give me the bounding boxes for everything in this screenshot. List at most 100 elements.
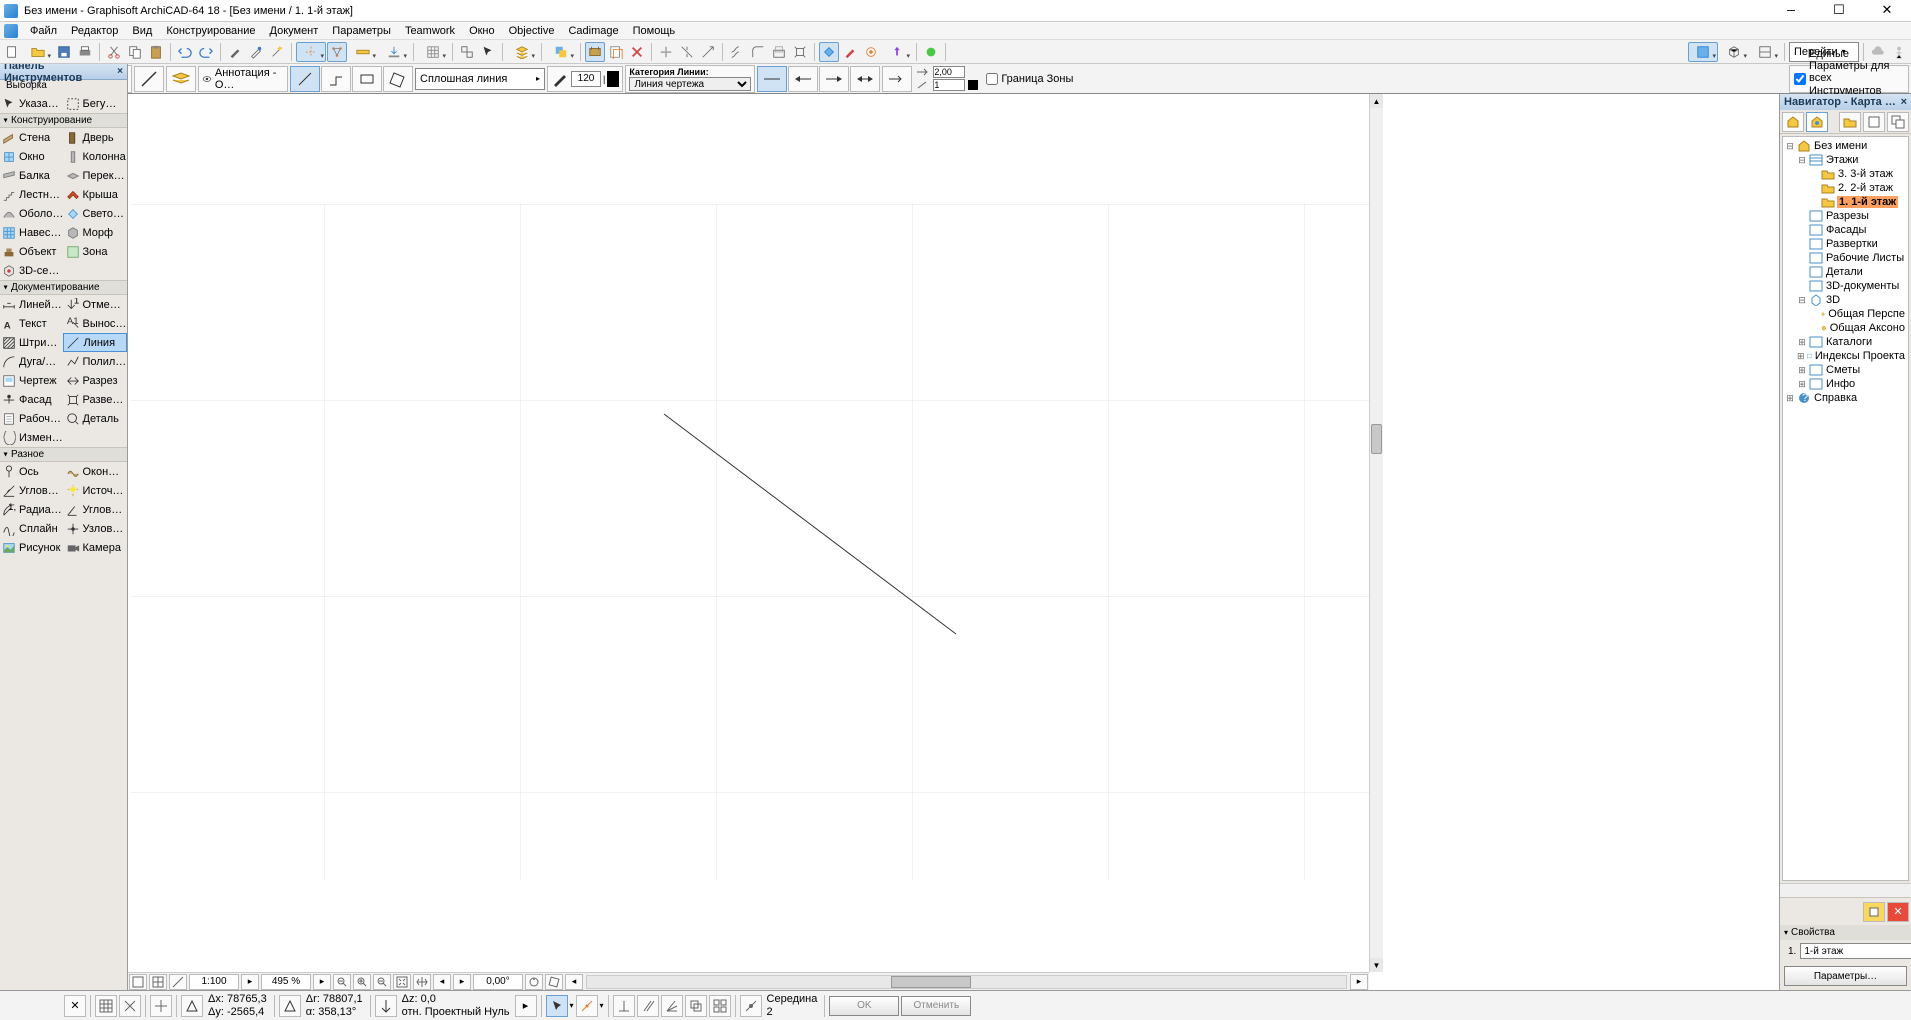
- menu-teamwork[interactable]: Teamwork: [399, 24, 461, 38]
- tool-wall[interactable]: Стена: [0, 128, 64, 147]
- navtab-project[interactable]: [1782, 112, 1804, 132]
- line-category-select[interactable]: Линия чертежа: [629, 77, 751, 91]
- sb-guide-button[interactable]: [576, 995, 598, 1017]
- display-order-button[interactable]: ▾: [546, 42, 576, 62]
- grid-snap-button[interactable]: ▾: [418, 42, 448, 62]
- sb-cursor-dd[interactable]: ▾: [570, 1001, 574, 1010]
- toolbox-close-icon[interactable]: ×: [117, 66, 123, 77]
- uniform-checkbox[interactable]: [1794, 73, 1806, 85]
- sb-ref-dd-button[interactable]: ▸: [515, 995, 537, 1017]
- tool-stair[interactable]: Лестн…: [0, 185, 64, 204]
- tool-elevation[interactable]: Фасад: [0, 390, 64, 409]
- sb-offset-button[interactable]: [685, 995, 707, 1017]
- arrow-start-button[interactable]: [788, 66, 818, 92]
- zoom-in-button[interactable]: [353, 974, 371, 990]
- cancel-button[interactable]: Отменить: [901, 996, 971, 1016]
- zoom-prev-button[interactable]: [333, 974, 351, 990]
- tool-window[interactable]: Окно: [0, 147, 64, 166]
- tool-3ddoc[interactable]: 3D-се…: [0, 261, 127, 280]
- person-button[interactable]: [1889, 42, 1909, 62]
- minimize-button[interactable]: —: [1771, 1, 1811, 21]
- uniform-settings-check[interactable]: Единые Параметры для всех Инструментов Л…: [1789, 65, 1909, 93]
- settings-button[interactable]: Параметры…: [1784, 966, 1907, 986]
- tree-3ddocs[interactable]: 3D-документы: [1785, 279, 1906, 293]
- pen-number-input[interactable]: [571, 71, 601, 87]
- rotation-display[interactable]: 0,00°: [473, 974, 523, 990]
- resize-button[interactable]: [769, 42, 789, 62]
- tool-detail[interactable]: Деталь: [64, 409, 128, 428]
- redo-button[interactable]: [196, 42, 216, 62]
- vertical-scrollbar[interactable]: ▲ ▼: [1369, 94, 1383, 972]
- snap-guides-button[interactable]: ▾: [296, 42, 326, 62]
- geom-rotrect-button[interactable]: [383, 66, 413, 92]
- scale-dd-button[interactable]: ▸: [241, 974, 259, 990]
- tool-worksheet[interactable]: Рабоч…: [0, 409, 64, 428]
- zone-border-check[interactable]: Граница Зоны: [982, 73, 1077, 85]
- paste-button[interactable]: [146, 42, 166, 62]
- navtab-publisher[interactable]: [1863, 112, 1885, 132]
- intersect-button[interactable]: [727, 42, 747, 62]
- layers-button[interactable]: ▾: [507, 42, 537, 62]
- tree-catalogs[interactable]: ⊞Каталоги: [1785, 335, 1906, 349]
- view-2d-button[interactable]: ▾: [1688, 42, 1718, 62]
- view-section-button[interactable]: ▾: [1750, 42, 1780, 62]
- menu-document[interactable]: Документ: [264, 24, 325, 38]
- sb-parallel-button[interactable]: [637, 995, 659, 1017]
- navtab-popup[interactable]: [1887, 112, 1909, 132]
- sb-perp-button[interactable]: [613, 995, 635, 1017]
- maximize-button[interactable]: ☐: [1819, 1, 1859, 21]
- toolbox-sec-more[interactable]: Разное: [0, 447, 127, 462]
- tool-angdim2[interactable]: Углов…: [64, 500, 128, 519]
- tree-info[interactable]: ⊞Инфо: [1785, 377, 1906, 391]
- tool-beam[interactable]: Балка: [0, 166, 64, 185]
- pen-swatch[interactable]: [607, 71, 619, 87]
- linetype-combo[interactable]: Сплошная линия▸: [415, 68, 545, 90]
- trace-ref-button[interactable]: [606, 42, 626, 62]
- tool-slab[interactable]: Перек…: [64, 166, 128, 185]
- doc-icon[interactable]: [4, 24, 18, 38]
- tool-shell[interactable]: Оболо…: [0, 204, 64, 223]
- tool-camera[interactable]: Камера: [64, 538, 128, 557]
- undo-button[interactable]: [175, 42, 195, 62]
- menu-edit[interactable]: Редактор: [65, 24, 124, 38]
- toolbox-sec-document[interactable]: Документирование: [0, 280, 127, 295]
- zone-border-checkbox[interactable]: [986, 73, 998, 85]
- sb-origin-button[interactable]: [150, 995, 172, 1017]
- navigator-hscroll[interactable]: [1780, 883, 1911, 897]
- tool-fill[interactable]: Штри…: [0, 333, 63, 352]
- sb-multi-button[interactable]: [709, 995, 731, 1017]
- arrow-type-button[interactable]: [882, 66, 912, 92]
- renovate-button[interactable]: [840, 42, 860, 62]
- arrow-none-button[interactable]: [757, 66, 787, 92]
- prev-view-button[interactable]: ◂: [433, 974, 451, 990]
- menu-options[interactable]: Параметры: [326, 24, 397, 38]
- tool-line[interactable]: Линия: [63, 333, 127, 352]
- tool-label[interactable]: A1Вынос…: [64, 314, 128, 333]
- drawing-area[interactable]: ▲ ▼ 1:100 ▸ 495 % ▸ ◂ ▸ 0,00° ◂ ▸: [128, 94, 1383, 990]
- tool-angdim[interactable]: Углов…: [0, 481, 64, 500]
- marker-size-input[interactable]: [933, 66, 965, 78]
- tool-spline[interactable]: Сплайн: [0, 519, 64, 538]
- tool-text[interactable]: AТекст: [0, 314, 64, 333]
- tool-morph[interactable]: Морф: [64, 223, 128, 242]
- marker-pen-input[interactable]: [933, 79, 965, 91]
- trace-button[interactable]: [585, 42, 605, 62]
- quickopt-2-button[interactable]: [149, 974, 167, 990]
- morph-edit-button[interactable]: [819, 42, 839, 62]
- sb-midpoint-button[interactable]: [740, 995, 762, 1017]
- tool-level[interactable]: 1,2Отме…: [64, 295, 128, 314]
- ok-button[interactable]: OK: [829, 996, 899, 1016]
- menu-help[interactable]: Помощь: [627, 24, 682, 38]
- navtab-layout[interactable]: [1839, 112, 1861, 132]
- tool-marquee[interactable]: Бегу…: [64, 94, 128, 113]
- tool-section[interactable]: Разрез: [64, 371, 128, 390]
- tool-column[interactable]: Колонна: [64, 147, 128, 166]
- tool-raddim[interactable]: 1,2Радиа…: [0, 500, 64, 519]
- hscroll-thumb[interactable]: [891, 976, 971, 988]
- marker-pen-swatch[interactable]: [968, 80, 978, 90]
- view-3d-button[interactable]: ▾: [1719, 42, 1749, 62]
- geom-rect-button[interactable]: [352, 66, 382, 92]
- toolbox-header[interactable]: Панель Инструментов×: [0, 64, 127, 80]
- tree-3d[interactable]: ⊟3D: [1785, 293, 1906, 307]
- navigator-tree[interactable]: ⊟Без имени ⊟Этажи 3. 3-й этаж 2. 2-й эта…: [1782, 136, 1909, 881]
